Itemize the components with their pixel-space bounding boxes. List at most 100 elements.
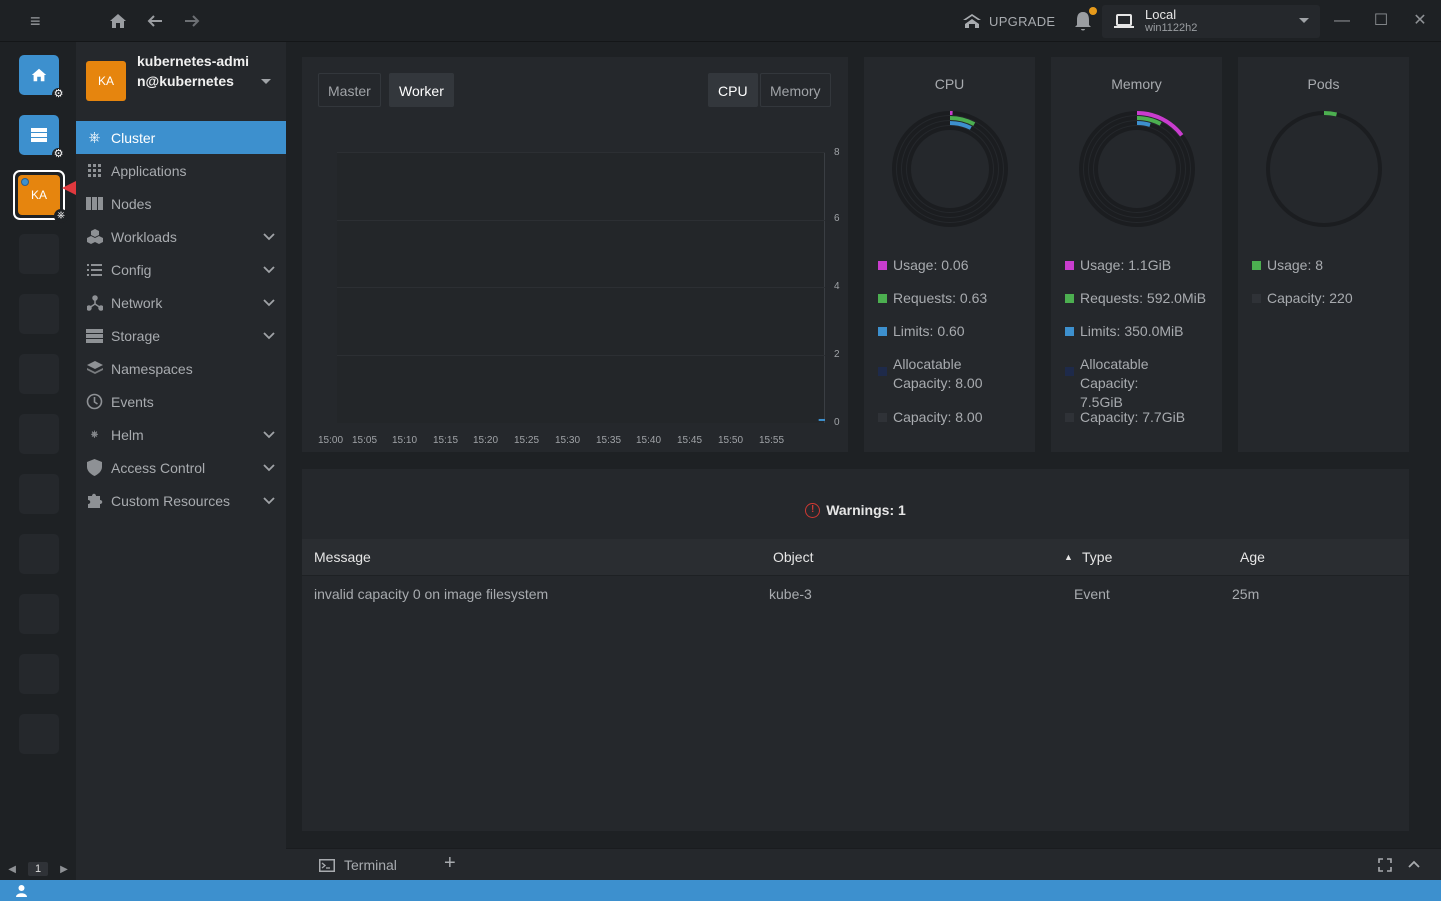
hotbar-cluster-ka[interactable]: KA ⎈ xyxy=(13,170,68,223)
pods-ring-chart xyxy=(1266,111,1382,227)
cluster-selector-subtitle: win1122h2 xyxy=(1145,22,1198,34)
user-icon[interactable] xyxy=(15,884,28,897)
ring-track xyxy=(902,121,998,217)
sidebar-item-access-control[interactable]: Access Control xyxy=(76,451,286,484)
legend-label: Capacity: 220 xyxy=(1267,290,1353,306)
hotbar-catalog-button[interactable]: ⚙ xyxy=(19,115,65,161)
y-tick-label: 8 xyxy=(834,147,840,158)
chevron-left-icon[interactable]: ◀ xyxy=(8,864,16,875)
status-dot xyxy=(21,178,29,186)
main-content: Master Worker CPU Memory 8 6 4 2 0 15:00… xyxy=(286,42,1441,848)
upgrade-button[interactable]: UPGRADE xyxy=(962,0,1055,42)
hotbar-empty-slot[interactable] xyxy=(19,234,59,274)
add-tab-icon[interactable]: + xyxy=(444,852,456,875)
hotbar-empty-slot[interactable] xyxy=(19,354,59,394)
sidebar-item-network[interactable]: Network xyxy=(76,286,286,319)
sidebar-item-label: Helm xyxy=(111,426,144,443)
column-header-age[interactable]: Age xyxy=(1240,539,1265,576)
sidebar-item-applications[interactable]: Applications xyxy=(76,154,286,187)
sidebar-item-label: Storage xyxy=(111,327,161,344)
fullscreen-icon[interactable] xyxy=(1378,858,1392,872)
tab-master[interactable]: Master xyxy=(318,73,381,107)
tab-memory[interactable]: Memory xyxy=(760,73,831,107)
terminal-icon xyxy=(319,858,335,872)
upgrade-label: UPGRADE xyxy=(989,13,1056,29)
sidebar-item-workloads[interactable]: Workloads xyxy=(76,220,286,253)
home-icon[interactable] xyxy=(108,0,128,46)
cell-type: Event xyxy=(1074,586,1110,602)
legend-label: Limits: 0.60 xyxy=(893,323,965,339)
hotbar-empty-slot[interactable] xyxy=(19,294,59,334)
column-header-object[interactable]: Object xyxy=(773,539,813,576)
sidebar-cluster-header[interactable]: KA kubernetes-admin@kubernetes xyxy=(76,42,286,121)
y-tick-label: 6 xyxy=(834,213,840,224)
cell-object[interactable]: kube-3 xyxy=(769,576,812,613)
sidebar-item-custom-resources[interactable]: Custom Resources xyxy=(76,484,286,517)
cluster-name: kubernetes-admin@kubernetes xyxy=(137,53,250,89)
legend-swatch xyxy=(1065,413,1074,422)
hotbar-empty-slot[interactable] xyxy=(19,594,59,634)
cpu-panel-title: CPU xyxy=(934,76,965,92)
sidebar-item-storage[interactable]: Storage xyxy=(76,319,286,352)
warnings-table-header: Message Object ▲ Type Age xyxy=(302,539,1409,576)
sidebar-item-config[interactable]: Config xyxy=(76,253,286,286)
metrics-chart-panel: Master Worker CPU Memory 8 6 4 2 0 15:00… xyxy=(302,57,848,452)
close-icon[interactable]: ✕ xyxy=(1405,0,1435,42)
x-tick-label: 15:25 xyxy=(514,435,540,446)
cluster-avatar-initials: KA xyxy=(97,74,114,88)
legend-requests: Requests: 592.0MiB xyxy=(1065,289,1206,308)
tab-cpu[interactable]: CPU xyxy=(708,73,758,107)
warnings-title-text: Warnings: 1 xyxy=(826,502,906,518)
sidebar-item-namespaces[interactable]: Namespaces xyxy=(76,352,286,385)
ring-track xyxy=(1266,111,1382,227)
legend-swatch xyxy=(878,413,887,422)
chevron-down-icon xyxy=(263,497,275,505)
legend-capacity: Capacity: 220 xyxy=(1252,289,1353,308)
sidebar-item-cluster[interactable]: ⎈ Cluster xyxy=(76,121,286,154)
pods-panel-title: Pods xyxy=(1307,76,1340,92)
back-arrow-icon[interactable] xyxy=(146,0,164,45)
x-tick-label: 15:15 xyxy=(433,435,459,446)
terminal-tab[interactable]: Terminal xyxy=(319,849,397,881)
legend-swatch xyxy=(1065,261,1074,270)
chart-plot-area xyxy=(337,152,825,423)
storage-icon xyxy=(86,327,103,344)
hotbar-empty-slot[interactable] xyxy=(19,714,59,754)
sidebar: KA kubernetes-admin@kubernetes ⎈ Cluster… xyxy=(76,42,286,880)
hamburger-menu-icon[interactable]: ≡ xyxy=(30,0,41,42)
sidebar-item-label: Applications xyxy=(111,162,187,179)
maximize-icon[interactable]: ☐ xyxy=(1366,0,1396,42)
sidebar-item-helm[interactable]: ⎈ Helm xyxy=(76,418,286,451)
cluster-selector[interactable]: Local win1122h2 xyxy=(1102,5,1320,38)
chevron-up-icon[interactable] xyxy=(1407,858,1421,872)
laptop-icon xyxy=(1114,14,1134,28)
cluster-avatar-initials: KA xyxy=(30,188,47,202)
minimize-icon[interactable]: — xyxy=(1327,0,1357,42)
chevron-down-icon xyxy=(263,233,275,241)
chevron-down-icon xyxy=(263,299,275,307)
cpu-stats-panel: CPU Usage: 0.06 Requests: 0.63 Limits: 0… xyxy=(864,57,1035,452)
sort-ascending-icon[interactable]: ▲ xyxy=(1064,539,1073,576)
tab-worker[interactable]: Worker xyxy=(389,73,454,107)
sidebar-item-events[interactable]: Events xyxy=(76,385,286,418)
hotbar-empty-slot[interactable] xyxy=(19,414,59,454)
chevron-right-icon[interactable]: ▶ xyxy=(60,864,68,875)
legend-swatch xyxy=(878,327,887,336)
hotbar-home-button[interactable]: ⚙ xyxy=(19,55,65,101)
x-tick-label: 15:45 xyxy=(677,435,703,446)
legend-swatch xyxy=(878,294,887,303)
column-header-type[interactable]: Type xyxy=(1082,539,1112,576)
upgrade-icon xyxy=(963,14,981,28)
forward-arrow-icon[interactable] xyxy=(183,0,201,45)
column-header-message[interactable]: Message xyxy=(314,539,371,576)
gear-icon: ⚙ xyxy=(52,88,65,101)
legend-capacity: Capacity: 8.00 xyxy=(878,408,983,427)
table-row[interactable]: invalid capacity 0 on image filesystem k… xyxy=(302,576,1409,613)
hotbar-empty-slot[interactable] xyxy=(19,534,59,574)
chevron-down-icon[interactable] xyxy=(261,79,271,84)
sidebar-item-nodes[interactable]: Nodes xyxy=(76,187,286,220)
terminal-tab-label: Terminal xyxy=(344,857,397,873)
hotbar-empty-slot[interactable] xyxy=(19,654,59,694)
x-tick-label: 15:50 xyxy=(718,435,744,446)
hotbar-empty-slot[interactable] xyxy=(19,474,59,514)
